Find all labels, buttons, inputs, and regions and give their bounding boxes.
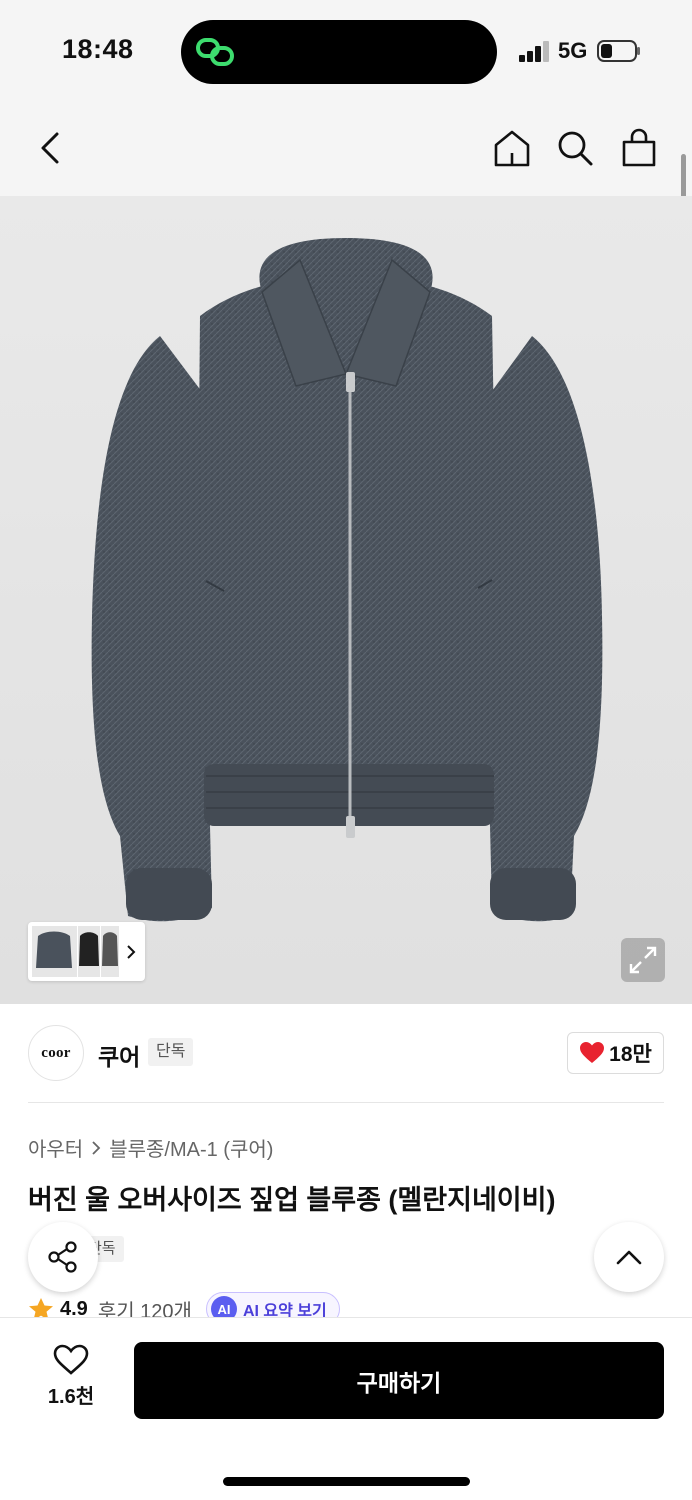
status-bar: 18:48 5G [0,0,692,100]
back-button[interactable] [28,126,72,170]
chevron-right-icon [92,1140,101,1155]
brand-name[interactable]: 쿠어 [98,1038,140,1072]
share-button[interactable] [28,1222,98,1292]
shopping-bag-icon [622,128,656,167]
link-chain-icon [196,38,234,66]
chevron-left-icon [41,132,59,164]
network-type: 5G [558,38,588,63]
expand-icon [629,946,657,974]
status-time: 18:48 [62,34,134,64]
breadcrumb: 아우터 블루종/MA-1 (쿠어) [28,1133,273,1162]
battery-low-icon [597,40,640,62]
chevron-right-icon[interactable] [122,934,142,970]
brand-like-button[interactable]: 18만 [567,1032,664,1074]
section-divider [28,1102,664,1103]
breadcrumb-subcategory[interactable]: 블루종/MA-1 (쿠어) [109,1133,273,1162]
product-image-carousel[interactable] [0,196,692,1004]
top-navigation [0,100,692,196]
brand-logo[interactable]: coor [28,1025,84,1081]
home-indicator[interactable] [223,1477,470,1486]
wishlist-count: 1.6천 [47,1386,95,1408]
search-button[interactable] [553,126,597,170]
home-icon [494,130,530,167]
buy-button[interactable]: 구매하기 [134,1342,664,1419]
share-icon [48,1241,77,1273]
chevron-up-icon [616,1250,642,1265]
product-title: 버진 울 오버사이즈 짚업 블루종 (멜란지네이비) [28,1185,556,1215]
wishlist-button[interactable]: 1.6천 [36,1344,106,1416]
home-button[interactable] [490,126,534,170]
jacket-photo [91,238,603,922]
thumbnail-strip[interactable] [28,922,145,981]
search-icon [558,131,593,166]
dynamic-island [181,20,497,84]
exclusive-badge: 단독 [148,1038,194,1066]
cellular-signal-icon [519,40,551,62]
scroll-top-button[interactable] [594,1222,664,1292]
expand-button[interactable] [621,938,665,982]
cart-button[interactable] [617,126,661,170]
heart-outline-icon [53,1344,89,1375]
brand-like-count: 18만 [609,1043,652,1066]
heart-filled-icon [580,1042,605,1063]
breadcrumb-category[interactable]: 아우터 [28,1133,83,1162]
